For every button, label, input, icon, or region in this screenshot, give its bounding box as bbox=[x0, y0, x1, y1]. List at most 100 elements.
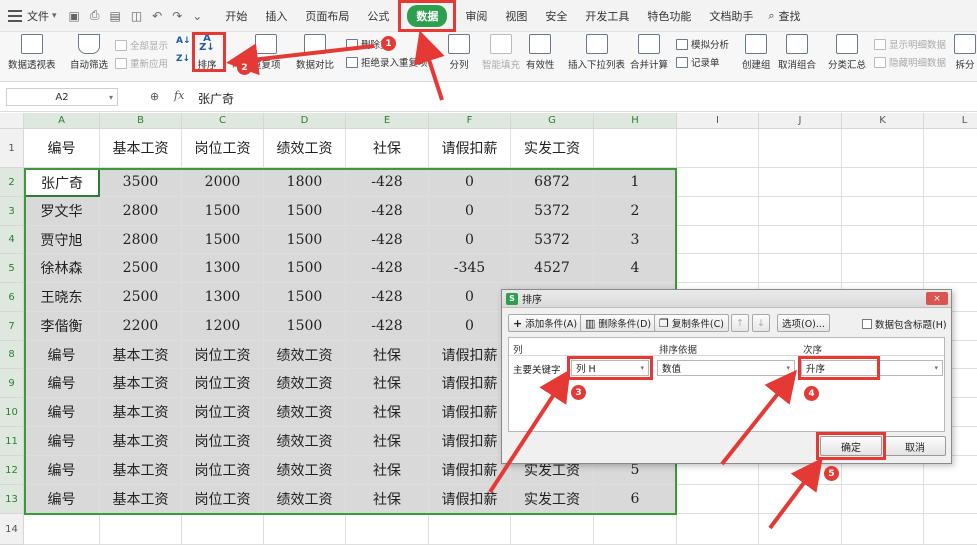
cell-e10[interactable]: 社保 bbox=[346, 398, 429, 427]
row-header-12[interactable]: 12 bbox=[0, 456, 24, 485]
cell-f7[interactable]: 0 bbox=[429, 312, 511, 341]
sort-desc-icon[interactable]: Z↓ bbox=[176, 54, 190, 64]
cell-d8[interactable]: 绩效工资 bbox=[264, 341, 346, 369]
tab-review[interactable]: 审阅 bbox=[456, 0, 496, 32]
tab-security[interactable]: 安全 bbox=[536, 0, 576, 32]
tab-doc-assistant[interactable]: 文档助手 bbox=[700, 0, 762, 32]
tab-formula[interactable]: 公式 bbox=[358, 0, 398, 32]
split-column-button[interactable]: 分列 bbox=[448, 34, 470, 71]
cell-b12[interactable]: 基本工资 bbox=[100, 456, 182, 485]
chevron-down-icon[interactable]: ▾ bbox=[786, 364, 790, 372]
cell-a3[interactable]: 罗文华 bbox=[24, 197, 100, 226]
column-header-g[interactable]: G bbox=[511, 113, 594, 129]
duplicates-button[interactable]: 重复项 bbox=[252, 34, 281, 71]
cell-j14[interactable] bbox=[759, 514, 842, 545]
cell-e2[interactable]: -428 bbox=[346, 168, 429, 197]
cell-g4[interactable]: 5372 bbox=[511, 226, 594, 254]
cell-c2[interactable]: 2000 bbox=[182, 168, 264, 197]
cell-b9[interactable]: 基本工资 bbox=[100, 369, 182, 398]
tab-data[interactable]: 数据 bbox=[398, 0, 457, 32]
cell-i3[interactable] bbox=[677, 197, 759, 226]
cell-j1[interactable] bbox=[759, 129, 842, 168]
cell-b4[interactable]: 2800 bbox=[100, 226, 182, 254]
primary-key-select[interactable]: 列 H ▾ bbox=[571, 360, 649, 376]
tab-view[interactable]: 视图 bbox=[496, 0, 536, 32]
consolidate-button[interactable]: 合并计算 bbox=[630, 34, 668, 71]
tab-insert[interactable]: 插入 bbox=[256, 0, 296, 32]
cell-d10[interactable]: 绩效工资 bbox=[264, 398, 346, 427]
cell-d14[interactable] bbox=[264, 514, 346, 545]
add-condition-button[interactable]: + 添加条件(A) bbox=[508, 314, 583, 332]
cancel-button[interactable]: 取消 bbox=[884, 436, 946, 456]
search-button[interactable]: ⌕ 查找 bbox=[768, 8, 800, 24]
cell-c14[interactable] bbox=[182, 514, 264, 545]
cell-i1[interactable] bbox=[677, 129, 759, 168]
column-header-e[interactable]: E bbox=[346, 113, 429, 129]
dialog-title-bar[interactable]: S 排序 × bbox=[502, 290, 951, 308]
cell-a7[interactable]: 李偕衡 bbox=[24, 312, 100, 341]
cell-c4[interactable]: 1500 bbox=[182, 226, 264, 254]
cell-f1[interactable]: 请假扣薪 bbox=[429, 129, 511, 168]
zoom-search-icon[interactable]: ⊕ bbox=[150, 90, 159, 103]
cell-h14[interactable] bbox=[594, 514, 677, 545]
cell-e9[interactable]: 社保 bbox=[346, 369, 429, 398]
cell-i5[interactable] bbox=[677, 254, 759, 283]
cell-a13[interactable]: 编号 bbox=[24, 485, 100, 514]
cell-b2[interactable]: 3500 bbox=[100, 168, 182, 197]
cell-i2[interactable] bbox=[677, 168, 759, 197]
cell-l3[interactable] bbox=[924, 197, 977, 226]
cell-a8[interactable]: 编号 bbox=[24, 341, 100, 369]
move-up-button[interactable]: ↑ bbox=[731, 314, 749, 332]
function-icon[interactable]: fx bbox=[174, 89, 184, 102]
cell-f8[interactable]: 请假扣薪 bbox=[429, 341, 511, 369]
cell-j4[interactable] bbox=[759, 226, 842, 254]
cell-b14[interactable] bbox=[100, 514, 182, 545]
cell-i13[interactable] bbox=[677, 485, 759, 514]
cell-c1[interactable]: 岗位工资 bbox=[182, 129, 264, 168]
cell-a2[interactable]: 张广奇 bbox=[24, 168, 100, 197]
cell-j3[interactable] bbox=[759, 197, 842, 226]
column-header-f[interactable]: F bbox=[429, 113, 511, 129]
row-header-3[interactable]: 3 bbox=[0, 197, 24, 226]
cell-a5[interactable]: 徐林森 bbox=[24, 254, 100, 283]
cell-f13[interactable]: 请假扣薪 bbox=[429, 485, 511, 514]
cell-a12[interactable]: 编号 bbox=[24, 456, 100, 485]
export-icon[interactable]: ◫ bbox=[131, 9, 142, 23]
cell-b3[interactable]: 2800 bbox=[100, 197, 182, 226]
undo-icon[interactable]: ↶ bbox=[152, 9, 162, 23]
ok-button[interactable]: 确定 bbox=[820, 436, 882, 456]
copy-condition-button[interactable]: ❐ 复制条件(C) bbox=[654, 314, 729, 332]
cell-f2[interactable]: 0 bbox=[429, 168, 511, 197]
tab-developer[interactable]: 开发工具 bbox=[576, 0, 638, 32]
show-detail-button[interactable]: 显示明细数据 bbox=[874, 37, 946, 51]
cell-f6[interactable]: 0 bbox=[429, 283, 511, 312]
hide-detail-button[interactable]: 隐藏明细数据 bbox=[874, 55, 946, 69]
cell-g3[interactable]: 5372 bbox=[511, 197, 594, 226]
cell-f9[interactable]: 请假扣薪 bbox=[429, 369, 511, 398]
formula-input[interactable]: 张广奇 bbox=[198, 90, 234, 107]
cell-j5[interactable] bbox=[759, 254, 842, 283]
row-header-13[interactable]: 13 bbox=[0, 485, 24, 514]
cell-e1[interactable]: 社保 bbox=[346, 129, 429, 168]
cell-e12[interactable]: 社保 bbox=[346, 456, 429, 485]
cell-b11[interactable]: 基本工资 bbox=[100, 427, 182, 456]
print-preview-icon[interactable]: ⎙ bbox=[90, 8, 100, 23]
cell-g1[interactable]: 实发工资 bbox=[511, 129, 594, 168]
create-group-button[interactable]: 创建组 bbox=[742, 34, 771, 71]
cell-e7[interactable]: -428 bbox=[346, 312, 429, 341]
cell-d5[interactable]: 1500 bbox=[264, 254, 346, 283]
redo-icon[interactable]: ↷ bbox=[172, 9, 182, 23]
column-header-k[interactable]: K bbox=[842, 113, 924, 129]
cell-c12[interactable]: 岗位工资 bbox=[182, 456, 264, 485]
sort-asc-icon[interactable]: A↓ bbox=[176, 36, 191, 46]
cell-j13[interactable] bbox=[759, 485, 842, 514]
chevron-down-icon[interactable]: ▾ bbox=[640, 364, 644, 372]
save-icon[interactable]: ▣ bbox=[69, 9, 80, 23]
data-compare-button[interactable]: 数据对比 bbox=[296, 34, 334, 71]
cell-c7[interactable]: 1200 bbox=[182, 312, 264, 341]
cell-c13[interactable]: 岗位工资 bbox=[182, 485, 264, 514]
cell-c10[interactable]: 岗位工资 bbox=[182, 398, 264, 427]
cell-d3[interactable]: 1500 bbox=[264, 197, 346, 226]
cell-e4[interactable]: -428 bbox=[346, 226, 429, 254]
options-button[interactable]: 选项(O)... bbox=[777, 314, 830, 332]
